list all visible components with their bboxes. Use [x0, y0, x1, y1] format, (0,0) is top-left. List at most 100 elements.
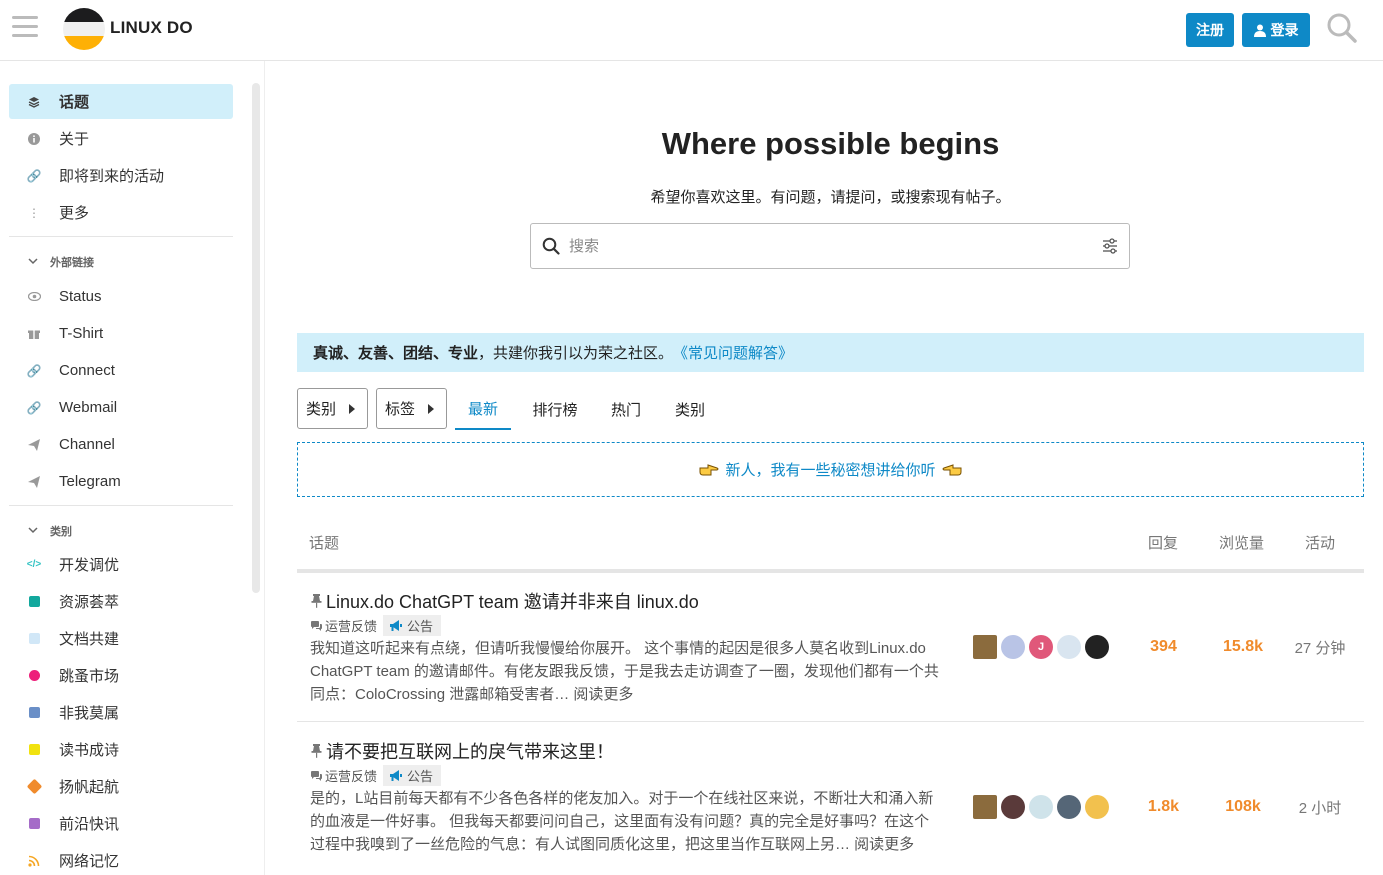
sidebar-item-label: Channel: [59, 436, 115, 453]
avatar[interactable]: J: [1029, 635, 1053, 659]
search-icon[interactable]: [1326, 12, 1358, 44]
site-logo[interactable]: [63, 8, 105, 50]
tab-hot[interactable]: 热门: [602, 388, 650, 430]
topic-activity[interactable]: 2 小时: [1289, 797, 1351, 818]
sidebar-item-label: Webmail: [59, 399, 118, 416]
sidebar-item-label: T-Shirt: [59, 325, 104, 342]
topic-meta: 运营反馈 公告: [311, 615, 442, 636]
filter-sliders-icon[interactable]: [1102, 238, 1118, 254]
avatar[interactable]: [973, 795, 997, 819]
sidebar-item-label: 文档共建: [59, 631, 120, 648]
topic-excerpt[interactable]: 是的，L站目前每天都有不少各色各样的佬友加入。对于一个在线社区来说，不断壮大和涌…: [310, 787, 940, 856]
send-icon: [9, 438, 59, 451]
topic-excerpt[interactable]: 我知道这听起来有点绕，但请听我慢慢给你展开。 这个事情的起因是很多人莫名收到Li…: [310, 637, 940, 706]
rocket-icon: [9, 778, 59, 795]
newcomer-promo[interactable]: 新人，我有一些秘密想讲给你听: [297, 442, 1364, 497]
tag-dropdown[interactable]: 标签: [376, 388, 447, 429]
sidebar-item-label: 话题: [59, 94, 90, 111]
sidebar-item-label: 开发调优: [59, 557, 120, 574]
hamburger-menu-icon[interactable]: [12, 16, 38, 38]
sidebar-item-webmail[interactable]: 🔗 Webmail: [9, 390, 233, 425]
dropdown-label: 标签: [385, 401, 416, 418]
site-name[interactable]: LINUX DO: [110, 18, 193, 38]
comments-icon: [311, 620, 322, 631]
sidebar-item-topics[interactable]: 话题: [9, 84, 233, 119]
sidebar-item-about[interactable]: 关于: [9, 121, 233, 156]
site-header: LINUX DO 注册 登录: [0, 0, 1383, 61]
avatar[interactable]: [1029, 795, 1053, 819]
sidebar-item-upcoming-events[interactable]: 🔗 即将到来的活动: [9, 158, 233, 193]
avatar[interactable]: [973, 635, 997, 659]
avatar[interactable]: [1001, 635, 1025, 659]
sidebar-category-reading[interactable]: 读书成诗: [9, 732, 233, 767]
avatar[interactable]: [1085, 795, 1109, 819]
column-header-replies[interactable]: 回复: [1148, 532, 1178, 553]
sidebar-section-categories[interactable]: 类别: [28, 523, 72, 539]
topic-activity[interactable]: 27 分钟: [1289, 637, 1351, 658]
eye-icon: [9, 292, 59, 301]
community-banner: 真诚、友善、团结、专业 ，共建你我引以为荣之社区。 《常见问题解答》: [297, 333, 1364, 372]
hero-title: Where possible begins: [661, 126, 1000, 161]
sidebar-item-tshirt[interactable]: T-Shirt: [9, 316, 233, 351]
topic-replies[interactable]: 394: [1147, 638, 1180, 656]
category-badge[interactable]: 运营反馈: [311, 766, 377, 785]
sidebar-category-news[interactable]: 前沿快讯: [9, 806, 233, 841]
search-icon: [542, 237, 560, 255]
topic-posters: J: [973, 635, 1109, 659]
sidebar-section-external-links[interactable]: 外部链接: [28, 254, 94, 270]
caret-right-icon: [349, 403, 356, 414]
pin-icon: [311, 744, 322, 758]
sidebar-item-label: 非我莫属: [59, 705, 120, 722]
table-row: Linux.do ChatGPT team 邀请并非来自 linux.do 运营…: [297, 573, 1364, 722]
pointing-hand-left-icon: [942, 463, 961, 475]
column-header-activity[interactable]: 活动: [1305, 532, 1335, 553]
search-box: [530, 223, 1130, 269]
coins-icon: [9, 670, 59, 681]
sidebar-category-dev[interactable]: </> 开发调优: [9, 547, 233, 582]
announcement-tag[interactable]: 公告: [383, 765, 442, 786]
avatar[interactable]: [1057, 635, 1081, 659]
sidebar-item-connect[interactable]: 🔗 Connect: [9, 353, 233, 388]
sidebar-category-resources[interactable]: 资源荟萃: [9, 584, 233, 619]
search-input[interactable]: [569, 234, 1089, 258]
gift-icon: [9, 328, 59, 340]
sidebar-category-docs[interactable]: 文档共建: [9, 621, 233, 656]
code-icon: </>: [26, 559, 42, 570]
announcement-tag[interactable]: 公告: [383, 615, 442, 636]
sidebar-scrollbar[interactable]: [252, 83, 260, 593]
sidebar-category-memory[interactable]: 网络记忆: [9, 843, 233, 875]
pointing-hand-right-icon: [699, 463, 719, 475]
tab-latest[interactable]: 最新: [455, 388, 511, 430]
avatar[interactable]: [1085, 635, 1109, 659]
faq-link[interactable]: 《常见问题解答》: [673, 342, 793, 363]
sidebar-item-status[interactable]: Status: [9, 279, 233, 314]
section-heading: 类别: [50, 526, 72, 538]
sidebar-item-telegram[interactable]: Telegram: [9, 464, 233, 499]
sidebar-category-jobs[interactable]: 非我莫属: [9, 695, 233, 730]
sidebar-item-more[interactable]: ⋮ 更多: [9, 195, 233, 230]
category-badge[interactable]: 运营反馈: [311, 616, 377, 635]
send-icon: [9, 475, 59, 488]
avatar[interactable]: [1057, 795, 1081, 819]
sidebar-category-sail[interactable]: 扬帆起航: [9, 769, 233, 804]
topic-title-link[interactable]: 请不要把互联网上的戾气带来这里！: [311, 738, 614, 764]
category-dropdown[interactable]: 类别: [297, 388, 368, 429]
tab-categories[interactable]: 类别: [666, 388, 714, 430]
link-icon: 🔗: [26, 363, 42, 378]
table-row: 请不要把互联网上的戾气带来这里！ 运营反馈 公告 是的，L站目前每天都有不少各色…: [297, 722, 1364, 875]
avatar[interactable]: [1001, 795, 1025, 819]
sidebar-item-label: 网络记忆: [59, 853, 120, 870]
sidebar-category-market[interactable]: 跳蚤市场: [9, 658, 233, 693]
topic-title-link[interactable]: Linux.do ChatGPT team 邀请并非来自 linux.do: [311, 588, 699, 614]
more-vertical-icon: ⋮: [28, 205, 40, 220]
login-button[interactable]: 登录: [1242, 13, 1310, 47]
column-header-views[interactable]: 浏览量: [1219, 532, 1264, 553]
sidebar-item-channel[interactable]: Channel: [9, 427, 233, 462]
sidebar-divider: [9, 236, 233, 237]
signup-button[interactable]: 注册: [1186, 13, 1234, 47]
tab-top[interactable]: 排行榜: [523, 388, 587, 430]
sidebar-item-label: Telegram: [59, 473, 121, 490]
column-header-topic[interactable]: 话题: [309, 532, 339, 553]
topic-replies[interactable]: 1.8k: [1147, 798, 1180, 816]
caret-right-icon: [428, 403, 435, 414]
